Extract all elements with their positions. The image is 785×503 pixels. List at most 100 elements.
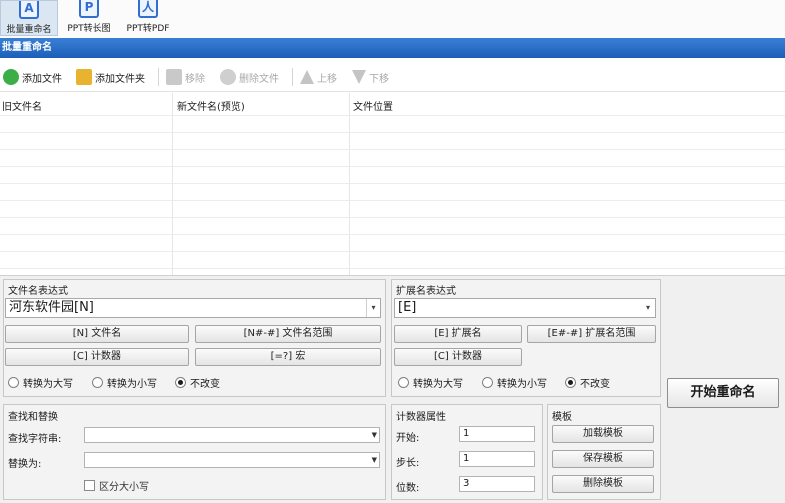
radio-circle-selected bbox=[565, 377, 576, 388]
ribbon-label: 批量重命名 bbox=[6, 25, 52, 35]
column-location[interactable]: 文件位置 bbox=[353, 98, 393, 113]
column-old-name[interactable]: 旧文件名 bbox=[2, 98, 42, 113]
ribbon-label: PPT转长图 bbox=[67, 24, 111, 34]
move-up-button[interactable]: 上移 bbox=[300, 68, 337, 86]
find-replace-title: 查找和替换 bbox=[8, 412, 58, 423]
insert-extension-range-button[interactable]: [E#-#] 扩展名范围 bbox=[527, 325, 656, 343]
panel-title: 批量重命名 bbox=[0, 38, 785, 58]
delete-file-button[interactable]: 删除文件 bbox=[220, 68, 279, 86]
rename-icon: A bbox=[19, 1, 39, 19]
filename-lower-radio[interactable]: 转换为小写 bbox=[92, 375, 157, 390]
row-divider bbox=[0, 200, 785, 201]
chevron-down-icon[interactable]: ▾ bbox=[641, 299, 655, 317]
find-label: 查找字符串: bbox=[8, 434, 62, 445]
counter-title: 计数器属性 bbox=[396, 412, 446, 423]
chevron-down-icon[interactable]: ▼ bbox=[372, 453, 377, 467]
counter-start-input[interactable]: 1 bbox=[459, 426, 535, 442]
insert-ext-counter-button[interactable]: [C] 计数器 bbox=[394, 348, 522, 366]
column-new-name[interactable]: 新文件名(预览) bbox=[177, 98, 245, 113]
row-divider bbox=[0, 251, 785, 252]
template-title: 模板 bbox=[552, 412, 572, 423]
column-divider bbox=[172, 93, 173, 275]
extension-expression-value: [E] bbox=[398, 300, 417, 315]
insert-filename-range-button[interactable]: [N#-#] 文件名范围 bbox=[195, 325, 381, 343]
row-divider bbox=[0, 115, 785, 116]
radio-label: 转换为大写 bbox=[23, 379, 73, 390]
ppt-pdf-icon: 人 bbox=[138, 0, 158, 18]
filename-expression-combo[interactable]: 河东软件园[N] ▾ bbox=[5, 298, 381, 318]
checkbox-label: 区分大小写 bbox=[99, 482, 149, 493]
ext-keep-radio[interactable]: 不改变 bbox=[565, 375, 610, 390]
add-file-label: 添加文件 bbox=[22, 73, 62, 85]
row-divider bbox=[0, 166, 785, 167]
arrow-up-icon bbox=[300, 70, 314, 84]
chevron-down-icon[interactable]: ▾ bbox=[366, 299, 380, 317]
counter-step-input[interactable]: 1 bbox=[459, 451, 535, 467]
row-divider bbox=[0, 149, 785, 150]
save-template-button[interactable]: 保存模板 bbox=[552, 450, 654, 468]
replace-label: 替换为: bbox=[8, 459, 42, 470]
radio-label: 转换为小写 bbox=[497, 379, 547, 390]
remove-label: 移除 bbox=[185, 73, 205, 85]
ppt-image-icon: P bbox=[79, 0, 99, 18]
toolbar-separator bbox=[158, 68, 159, 86]
load-template-button[interactable]: 加载模板 bbox=[552, 425, 654, 443]
extension-expression-combo[interactable]: [E] ▾ bbox=[394, 298, 656, 318]
add-folder-label: 添加文件夹 bbox=[95, 73, 145, 85]
insert-filename-button[interactable]: [N] 文件名 bbox=[5, 325, 189, 343]
ext-lower-radio[interactable]: 转换为小写 bbox=[482, 375, 547, 390]
filename-expression-title: 文件名表达式 bbox=[8, 286, 68, 297]
insert-macro-button[interactable]: [=?] 宏 bbox=[195, 348, 381, 366]
filename-upper-radio[interactable]: 转换为大写 bbox=[8, 375, 73, 390]
filename-expression-value: 河东软件园[N] bbox=[9, 300, 94, 315]
move-up-label: 上移 bbox=[317, 73, 337, 85]
add-folder-icon bbox=[76, 69, 92, 85]
counter-digits-label: 位数: bbox=[396, 483, 420, 494]
table-header: 旧文件名 新文件名(预览) 文件位置 bbox=[0, 93, 785, 115]
counter-start-label: 开始: bbox=[396, 433, 420, 444]
delete-file-label: 删除文件 bbox=[239, 73, 279, 85]
ext-upper-radio[interactable]: 转换为大写 bbox=[398, 375, 463, 390]
replace-with-input[interactable]: ▼ bbox=[84, 452, 380, 468]
counter-step-label: 步长: bbox=[396, 458, 420, 469]
start-rename-button[interactable]: 开始重命名 bbox=[667, 378, 779, 408]
insert-extension-button[interactable]: [E] 扩展名 bbox=[394, 325, 522, 343]
ribbon: A 批量重命名 P PPT转长图 人 PPT转PDF bbox=[0, 0, 785, 38]
move-down-button[interactable]: 下移 bbox=[352, 68, 389, 86]
radio-circle-selected bbox=[175, 377, 186, 388]
remove-icon bbox=[166, 69, 182, 85]
file-table[interactable]: 旧文件名 新文件名(预览) 文件位置 bbox=[0, 93, 785, 275]
add-file-button[interactable]: 添加文件 bbox=[3, 68, 62, 86]
row-divider bbox=[0, 183, 785, 184]
radio-label: 转换为大写 bbox=[413, 379, 463, 390]
radio-label: 不改变 bbox=[190, 379, 220, 390]
radio-label: 不改变 bbox=[580, 379, 610, 390]
add-file-icon bbox=[3, 69, 19, 85]
arrow-down-icon bbox=[352, 70, 366, 84]
insert-counter-button[interactable]: [C] 计数器 bbox=[5, 348, 189, 366]
chevron-down-icon[interactable]: ▼ bbox=[372, 428, 377, 442]
case-sensitive-checkbox[interactable]: 区分大小写 bbox=[84, 478, 149, 493]
move-down-label: 下移 bbox=[369, 73, 389, 85]
radio-circle bbox=[92, 377, 103, 388]
filename-keep-radio[interactable]: 不改变 bbox=[175, 375, 220, 390]
add-folder-button[interactable]: 添加文件夹 bbox=[76, 68, 145, 86]
row-divider bbox=[0, 217, 785, 218]
radio-circle bbox=[482, 377, 493, 388]
toolbar-separator bbox=[292, 68, 293, 86]
radio-circle bbox=[8, 377, 19, 388]
counter-digits-input[interactable]: 3 bbox=[459, 476, 535, 492]
row-divider bbox=[0, 132, 785, 133]
delete-template-button[interactable]: 删除模板 bbox=[552, 475, 654, 493]
extension-expression-title: 扩展名表达式 bbox=[396, 286, 456, 297]
find-string-input[interactable]: ▼ bbox=[84, 427, 380, 443]
row-divider bbox=[0, 234, 785, 235]
ribbon-ppt-to-pdf[interactable]: 人 PPT转PDF bbox=[120, 0, 176, 36]
radio-circle bbox=[398, 377, 409, 388]
ribbon-label: PPT转PDF bbox=[126, 24, 170, 34]
radio-label: 转换为小写 bbox=[107, 379, 157, 390]
remove-button[interactable]: 移除 bbox=[166, 68, 205, 86]
toolbar: 添加文件 添加文件夹 移除 删除文件 上移 下移 bbox=[0, 62, 785, 92]
ribbon-batch-rename[interactable]: A 批量重命名 bbox=[0, 0, 58, 36]
ribbon-ppt-to-image[interactable]: P PPT转长图 bbox=[60, 0, 118, 36]
